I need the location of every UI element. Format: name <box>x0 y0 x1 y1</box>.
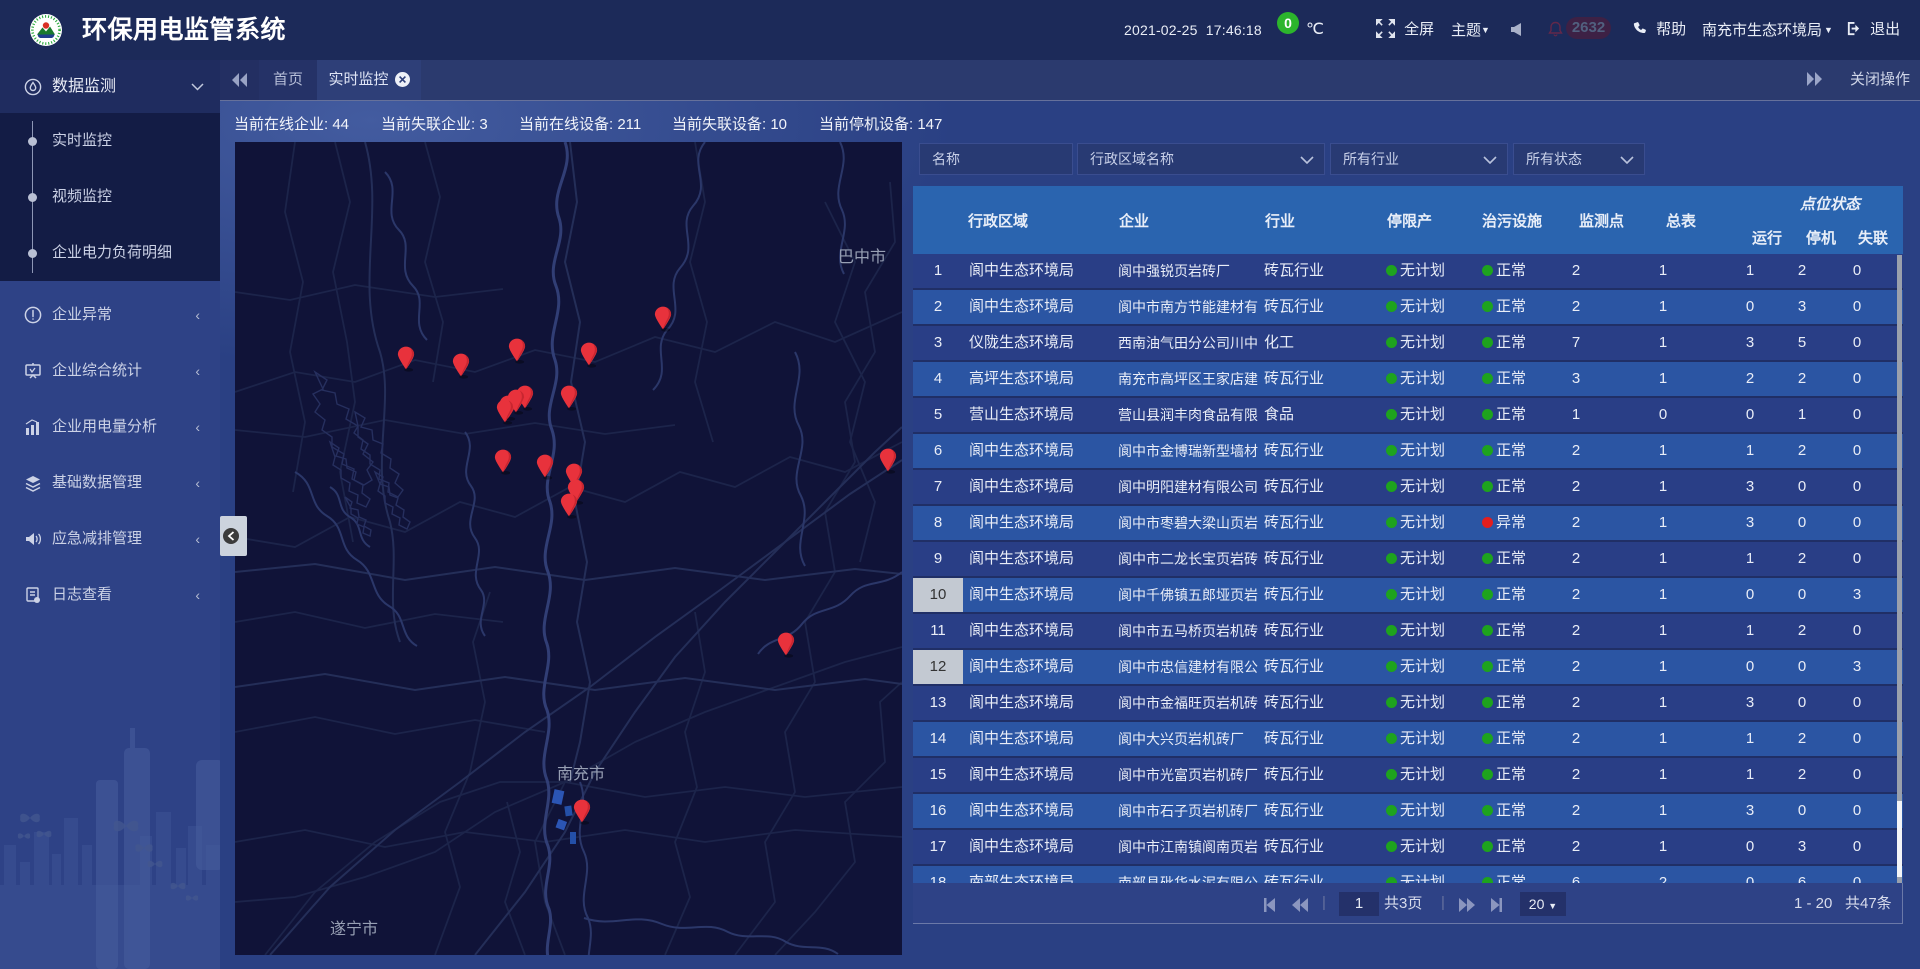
svg-text:遂宁市: 遂宁市 <box>330 920 378 938</box>
svg-text:南充市: 南充市 <box>557 765 605 783</box>
svg-text:巴中市: 巴中市 <box>838 248 886 266</box>
